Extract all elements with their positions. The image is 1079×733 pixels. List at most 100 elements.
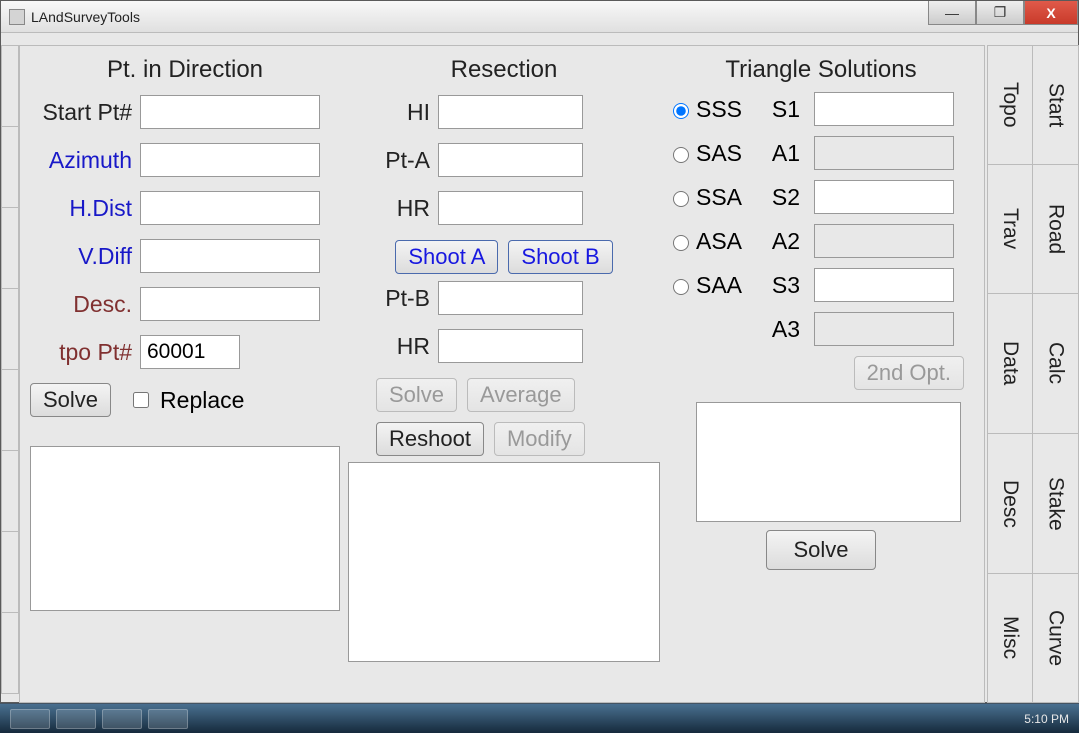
left-stub[interactable] <box>1 126 19 208</box>
triangle-title: Triangle Solutions <box>668 56 974 84</box>
mode-ssa-label: SSA <box>696 184 742 211</box>
side-tabs: Topo Trav Data Desc Misc Start Road Calc… <box>987 45 1079 703</box>
resection-panel: Resection HI Pt-A HR Shoot A Shoot B Pt-… <box>348 52 660 696</box>
tpo-pt-label: tpo Pt# <box>30 339 140 366</box>
a1-label: A1 <box>766 140 806 167</box>
mode-asa-radio[interactable]: ASA <box>668 228 758 255</box>
a2-label: A2 <box>766 228 806 255</box>
pt-direction-title: Pt. in Direction <box>30 56 340 84</box>
desc-label: Desc. <box>30 291 140 318</box>
tab-start[interactable]: Start <box>1033 45 1079 165</box>
mode-saa-label: SAA <box>696 272 742 299</box>
hi-input[interactable] <box>438 95 583 129</box>
hr1-label: HR <box>348 195 438 222</box>
modify-button[interactable]: Modify <box>494 422 585 456</box>
title-bar[interactable]: LAndSurveyTools — ❐ X <box>1 1 1078 33</box>
minimize-button[interactable]: — <box>928 1 976 25</box>
taskbar[interactable]: 5:10 PM <box>0 703 1079 733</box>
shoot-b-button[interactable]: Shoot B <box>508 240 612 274</box>
left-stub[interactable] <box>1 207 19 289</box>
tab-desc[interactable]: Desc <box>987 434 1033 574</box>
mode-ssa-radio[interactable]: SSA <box>668 184 758 211</box>
s3-label: S3 <box>766 272 806 299</box>
resection-output[interactable] <box>348 462 660 662</box>
a3-input[interactable] <box>814 312 954 346</box>
s2-label: S2 <box>766 184 806 211</box>
triangle-output[interactable] <box>696 402 961 522</box>
tab-trav[interactable]: Trav <box>987 165 1033 294</box>
replace-label: Replace <box>160 387 244 414</box>
tab-stake[interactable]: Stake <box>1033 434 1079 574</box>
resection-solve-button[interactable]: Solve <box>376 378 457 412</box>
tab-topo[interactable]: Topo <box>987 45 1033 165</box>
replace-checkbox-row: Replace <box>129 387 244 414</box>
mode-sas-radio[interactable]: SAS <box>668 140 758 167</box>
hdist-input[interactable] <box>140 191 320 225</box>
shoot-a-button[interactable]: Shoot A <box>395 240 498 274</box>
hr2-label: HR <box>348 333 438 360</box>
mode-saa-radio[interactable]: SAA <box>668 272 758 299</box>
taskbar-button[interactable] <box>56 709 96 729</box>
pt-direction-panel: Pt. in Direction Start Pt# Azimuth H.Dis… <box>30 52 340 696</box>
tpo-pt-input[interactable] <box>140 335 240 369</box>
mode-asa-label: ASA <box>696 228 742 255</box>
left-stub[interactable] <box>1 288 19 370</box>
a3-label: A3 <box>766 316 806 343</box>
hr2-input[interactable] <box>438 329 583 363</box>
s3-input[interactable] <box>814 268 954 302</box>
pt-direction-output[interactable] <box>30 446 340 611</box>
replace-checkbox[interactable] <box>133 392 149 408</box>
average-button[interactable]: Average <box>467 378 575 412</box>
mode-saa-input[interactable] <box>673 279 689 295</box>
pt-a-input[interactable] <box>438 143 583 177</box>
mode-ssa-input[interactable] <box>673 191 689 207</box>
vdiff-input[interactable] <box>140 239 320 273</box>
close-button[interactable]: X <box>1024 1 1078 25</box>
tab-road[interactable]: Road <box>1033 165 1079 294</box>
triangle-solve-button[interactable]: Solve <box>766 530 875 570</box>
pt-a-label: Pt-A <box>348 147 438 174</box>
left-stub[interactable] <box>1 612 19 694</box>
s2-input[interactable] <box>814 180 954 214</box>
tab-misc[interactable]: Misc <box>987 574 1033 703</box>
pt-b-label: Pt-B <box>348 285 438 312</box>
taskbar-left <box>10 709 188 729</box>
pt-b-input[interactable] <box>438 281 583 315</box>
left-tab-stubs <box>1 45 19 703</box>
left-stub[interactable] <box>1 531 19 613</box>
taskbar-button[interactable] <box>10 709 50 729</box>
left-stub[interactable] <box>1 369 19 451</box>
hr1-input[interactable] <box>438 191 583 225</box>
azimuth-input[interactable] <box>140 143 320 177</box>
azimuth-label: Azimuth <box>30 147 140 174</box>
taskbar-button[interactable] <box>148 709 188 729</box>
tab-curve[interactable]: Curve <box>1033 574 1079 703</box>
side-tabs-col2: Start Road Calc Stake Curve <box>1033 45 1079 703</box>
mode-sas-input[interactable] <box>673 147 689 163</box>
desc-input[interactable] <box>140 287 320 321</box>
app-icon <box>9 9 25 25</box>
second-opt-button[interactable]: 2nd Opt. <box>854 356 964 390</box>
tab-calc[interactable]: Calc <box>1033 294 1079 434</box>
start-pt-input[interactable] <box>140 95 320 129</box>
left-stub[interactable] <box>1 450 19 532</box>
taskbar-button[interactable] <box>102 709 142 729</box>
left-stub[interactable] <box>1 45 19 127</box>
a1-input[interactable] <box>814 136 954 170</box>
mode-sss-input[interactable] <box>673 103 689 119</box>
mode-sss-radio[interactable]: SSS <box>668 96 758 123</box>
pt-direction-solve-button[interactable]: Solve <box>30 383 111 417</box>
app-window: LAndSurveyTools — ❐ X Pt. in Direction S… <box>0 0 1079 703</box>
taskbar-clock: 5:10 PM <box>1024 712 1069 726</box>
window-controls: — ❐ X <box>928 1 1078 25</box>
triangle-panel: Triangle Solutions SSS S1 SAS A1 <box>668 52 974 696</box>
maximize-button[interactable]: ❐ <box>976 1 1024 25</box>
a2-input[interactable] <box>814 224 954 258</box>
mode-asa-input[interactable] <box>673 235 689 251</box>
reshoot-button[interactable]: Reshoot <box>376 422 484 456</box>
client-area: Pt. in Direction Start Pt# Azimuth H.Dis… <box>19 45 985 703</box>
s1-input[interactable] <box>814 92 954 126</box>
resection-title: Resection <box>348 56 660 84</box>
mode-sss-label: SSS <box>696 96 742 123</box>
tab-data[interactable]: Data <box>987 294 1033 434</box>
